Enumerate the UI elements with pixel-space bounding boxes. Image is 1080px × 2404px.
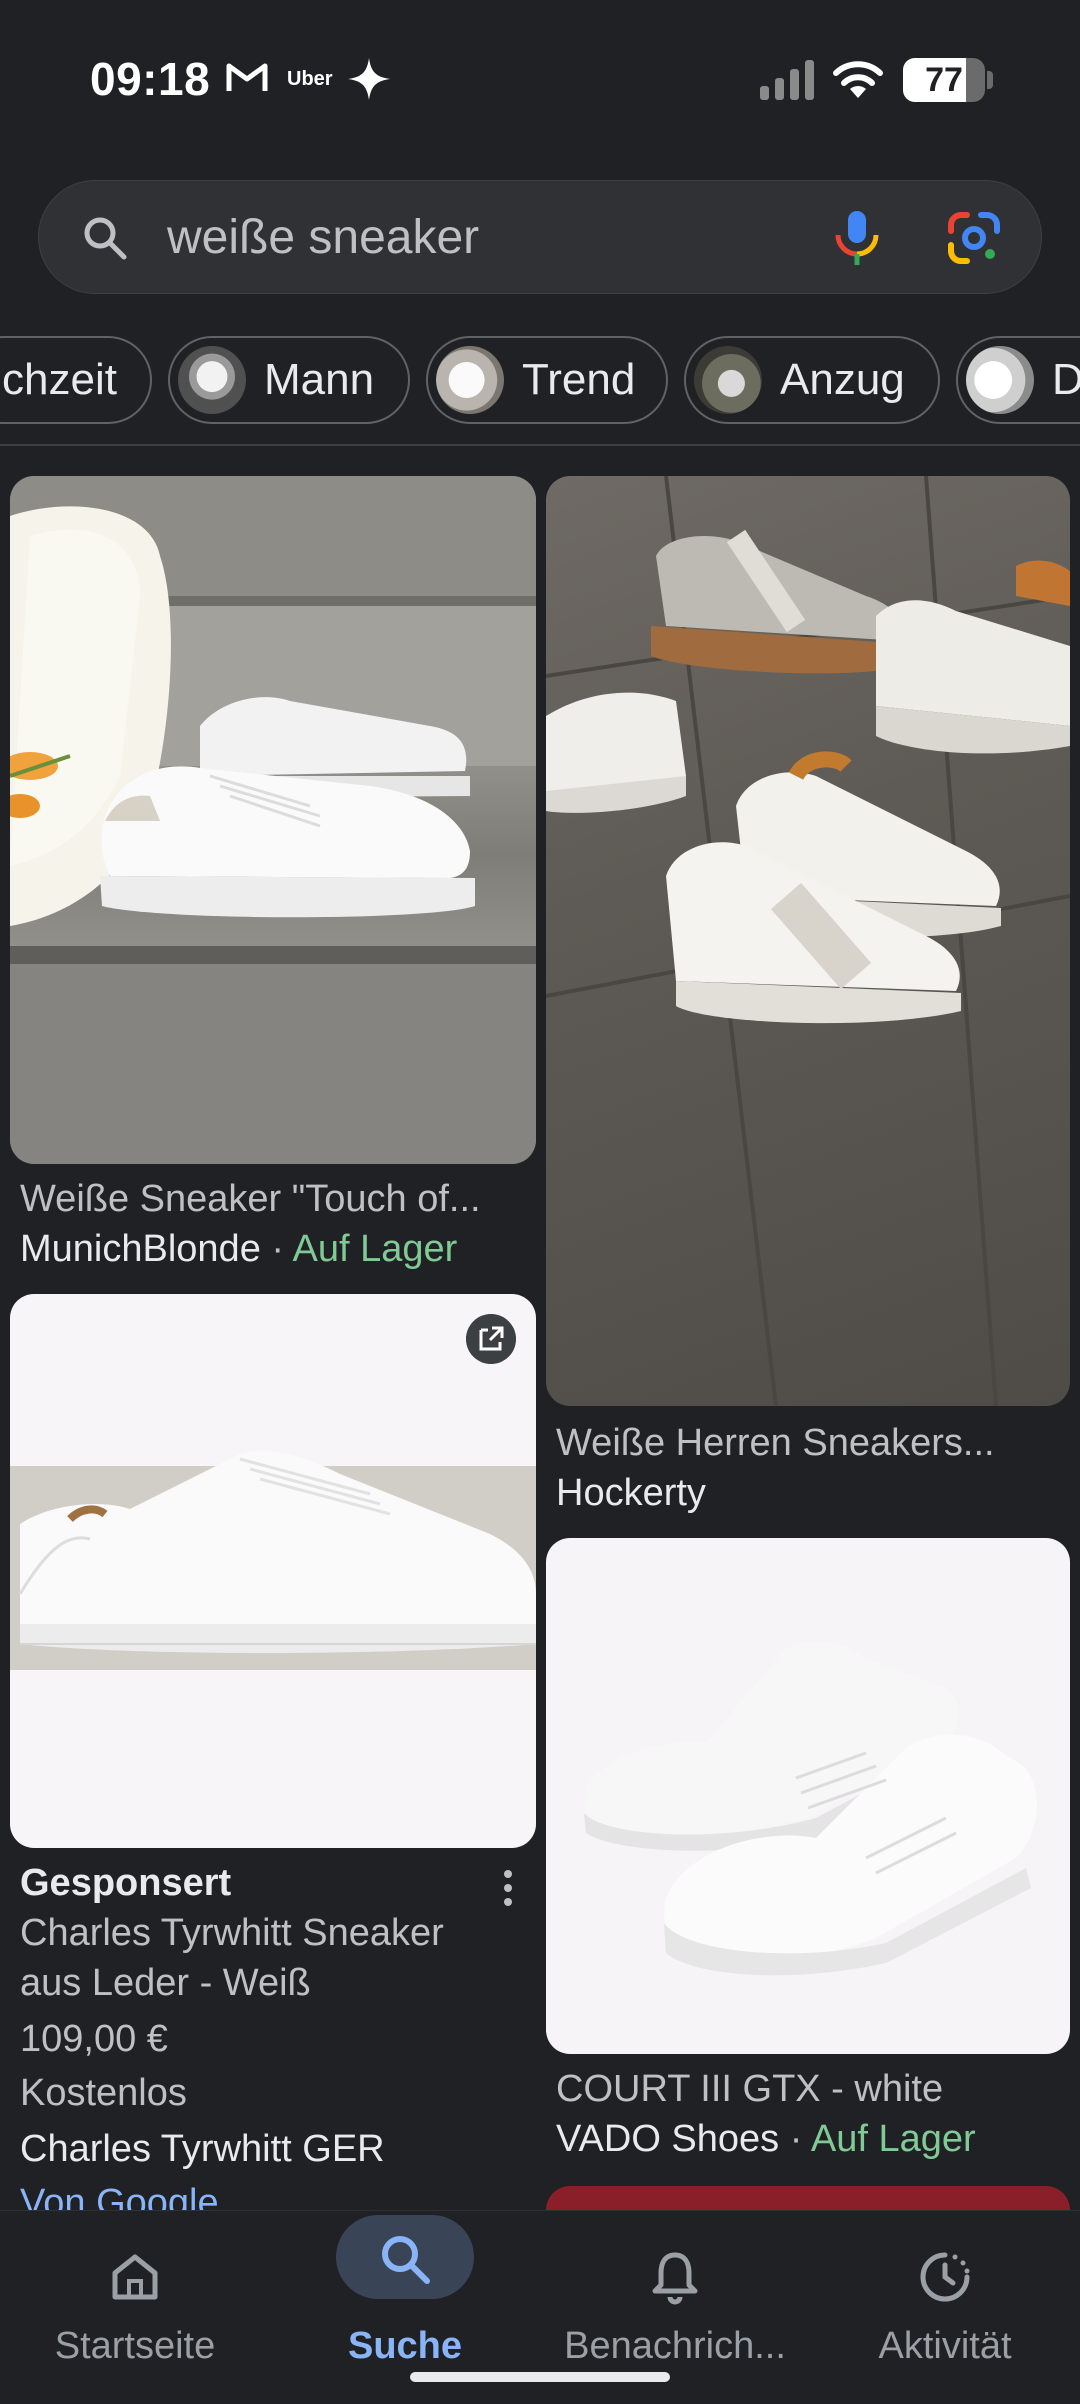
uber-icon: Uber xyxy=(287,68,333,90)
google-lens-icon[interactable] xyxy=(947,211,1001,265)
chip-label: chzeit xyxy=(2,355,117,404)
result-image-hockerty[interactable] xyxy=(546,476,1070,1406)
status-time: 09:18 xyxy=(90,53,211,105)
gmail-icon xyxy=(226,63,268,91)
nav-item-benachrichtigungen[interactable]: Benachrich... xyxy=(540,2211,810,2381)
sneaker-photo xyxy=(10,476,536,1164)
result-title[interactable]: COURT III GTX - white xyxy=(556,2068,1070,2111)
more-options-icon[interactable] xyxy=(496,1864,520,1912)
stock-status: Auf Lager xyxy=(292,1228,458,1270)
sneakers-photo xyxy=(584,1640,1037,1976)
nav-label: Suche xyxy=(347,2325,463,2367)
chip-hochzeit[interactable]: chzeit xyxy=(0,336,152,424)
chip-thumbnail xyxy=(694,346,762,414)
chip-label: Anzug xyxy=(780,355,905,404)
search-icon xyxy=(382,2236,430,2284)
chips-divider xyxy=(0,444,1080,446)
result-title-line2[interactable]: aus Leder - Weiß xyxy=(20,1962,520,2005)
result-title[interactable]: Weiße Herren Sneakers... xyxy=(556,1422,1070,1465)
nav-item-suche[interactable]: Suche xyxy=(270,2211,540,2381)
microphone-icon[interactable] xyxy=(829,209,885,267)
chip-d[interactable]: D xyxy=(956,336,1080,424)
result-source: Hockerty xyxy=(556,1472,706,1514)
nav-label: Benachrich... xyxy=(564,2325,786,2367)
sponsored-label: Gesponsert xyxy=(20,1862,232,1904)
nav-label: Startseite xyxy=(54,2325,216,2367)
battery-percent: 77 xyxy=(925,61,963,99)
chip-trend[interactable]: Trend xyxy=(426,336,668,424)
nav-item-aktivitaet[interactable]: Aktivität xyxy=(810,2211,1080,2381)
chip-anzug[interactable]: Anzug xyxy=(684,336,940,424)
sparkle-icon xyxy=(348,58,390,100)
battery-icon: 77 xyxy=(903,58,993,102)
search-icon xyxy=(84,217,127,260)
status-bar: 09:18 Uber 77 xyxy=(0,0,1080,160)
nav-label: Aktivität xyxy=(878,2325,1012,2367)
battery-tip xyxy=(987,71,993,89)
result-image-charles-tyrwhitt[interactable] xyxy=(10,1294,536,1848)
result-source: VADO Shoes xyxy=(556,2118,780,2160)
bell-icon xyxy=(652,2252,698,2305)
chip-thumbnail xyxy=(966,346,1034,414)
chip-label: D xyxy=(1034,355,1080,405)
separator: · xyxy=(260,1228,293,1270)
chip-thumbnail xyxy=(178,346,246,414)
chip-label: Trend xyxy=(522,355,636,404)
stock-status: Auf Lager xyxy=(810,2118,976,2160)
result-meta: MunichBlonde · Auf Lager xyxy=(20,1228,540,1271)
chip-mann[interactable]: Mann xyxy=(168,336,410,424)
signal-icon xyxy=(760,60,814,100)
search-input[interactable]: weiße sneaker xyxy=(167,181,479,295)
nav-item-startseite[interactable]: Startseite xyxy=(0,2211,270,2381)
result-source: Charles Tyrwhitt GER xyxy=(20,2128,385,2170)
result-meta: VADO Shoes · Auf Lager xyxy=(556,2118,1070,2161)
external-link-icon[interactable] xyxy=(466,1314,516,1364)
result-image-munichblonde[interactable] xyxy=(10,476,536,1164)
result-image-vado[interactable] xyxy=(546,1538,1070,2054)
result-price: 109,00 € xyxy=(20,2018,168,2060)
screen: { "status_bar": { "time": "09:18", "uber… xyxy=(0,0,1080,2404)
wifi-icon xyxy=(833,61,883,98)
battery-body: 77 xyxy=(903,58,985,102)
sneaker-photo xyxy=(10,1450,536,1670)
activity-icon xyxy=(920,2252,970,2302)
chip-label: Mann xyxy=(264,355,375,404)
result-title-line1[interactable]: Charles Tyrwhitt Sneaker xyxy=(20,1912,520,1955)
separator: · xyxy=(779,2118,811,2160)
chip-thumbnail xyxy=(436,346,504,414)
result-shipping: Kostenlos xyxy=(20,2072,187,2114)
result-source: MunichBlonde xyxy=(20,1228,261,1270)
home-indicator[interactable] xyxy=(410,2372,670,2382)
result-title[interactable]: Weiße Sneaker "Touch of... xyxy=(20,1178,540,1221)
filter-chips: chzeit Mann Trend Anzug D xyxy=(0,336,1080,428)
home-icon xyxy=(112,2254,158,2300)
search-bar[interactable]: weiße sneaker xyxy=(38,180,1042,294)
sneakers-photo xyxy=(546,476,1070,1406)
